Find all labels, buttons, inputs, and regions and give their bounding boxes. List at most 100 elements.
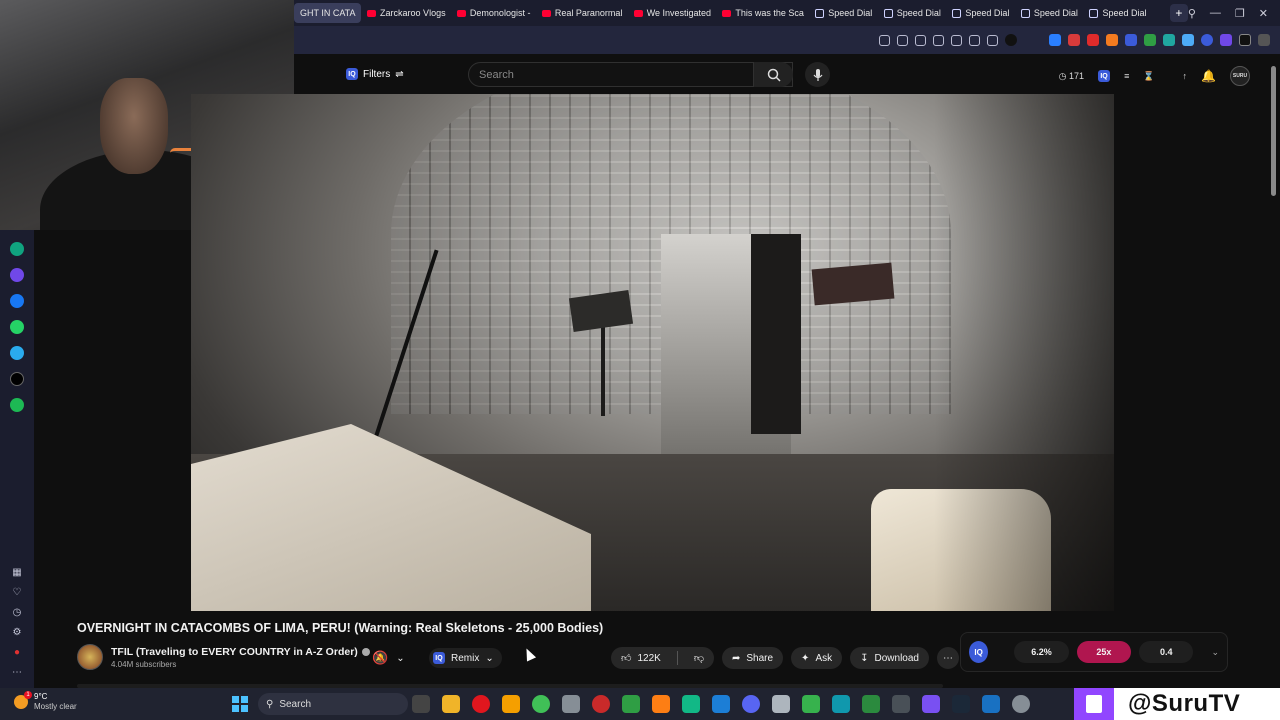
search-input[interactable]: Search [468, 62, 793, 87]
play-icon[interactable] [933, 34, 944, 46]
download-button[interactable]: ↧ Download [850, 647, 929, 669]
app-icon[interactable] [772, 695, 790, 713]
account-avatar[interactable]: SURU [1230, 66, 1250, 86]
x-icon[interactable] [10, 372, 24, 386]
extension-icon[interactable] [1125, 34, 1137, 46]
app-icon[interactable] [622, 695, 640, 713]
messenger-icon[interactable] [10, 294, 24, 308]
tab-4[interactable]: Real Paranormal [536, 3, 628, 23]
taskbar-search[interactable]: ⚲ Search [258, 693, 408, 715]
extension-icon[interactable] [1201, 34, 1213, 46]
settings-icon[interactable]: ⚙ [13, 627, 22, 638]
extension-icon[interactable] [1049, 34, 1061, 46]
hourglass-icon[interactable]: ⌛ [1143, 71, 1154, 82]
notifications-bell-icon[interactable]: 🔔 [1201, 69, 1216, 83]
settings-icon[interactable] [1012, 695, 1030, 713]
voice-search-button[interactable] [805, 62, 830, 87]
app-icon[interactable] [712, 695, 730, 713]
vlc-icon[interactable] [652, 695, 670, 713]
tab-1[interactable]: GHT IN CATA [294, 3, 362, 23]
remix-button[interactable]: IQ Remix ⌄ [429, 648, 502, 668]
video-player[interactable] [191, 94, 1114, 611]
close-icon[interactable]: ✕ [1259, 7, 1268, 20]
weather-widget[interactable]: 1 9°C Mostly clear [14, 691, 77, 712]
more-icon[interactable]: ⋯ [12, 667, 22, 678]
subscription-bell-button[interactable]: 🔕 ⌄ [372, 648, 422, 668]
rss-icon[interactable] [1106, 34, 1118, 46]
app-icon[interactable] [892, 695, 910, 713]
tab-8[interactable]: Speed Dial [878, 3, 947, 23]
heart-icon[interactable]: ♡ [13, 587, 22, 598]
telegram-icon[interactable] [10, 346, 24, 360]
extension-icon[interactable] [1239, 34, 1251, 46]
chatgpt-icon[interactable] [10, 242, 24, 256]
channel-name[interactable]: TFIL (Traveling to EVERY COUNTRY in A-Z … [111, 646, 370, 658]
tab-7[interactable]: Speed Dial [809, 3, 878, 23]
app-icon[interactable] [832, 695, 850, 713]
whatsapp-icon[interactable] [10, 320, 24, 334]
task-view-icon[interactable] [412, 695, 430, 713]
watch-history-button[interactable]: ◷ 171 [1059, 71, 1084, 82]
app-icon[interactable] [10, 268, 24, 282]
iq-extension-icon[interactable]: IQ [1098, 70, 1111, 82]
profile-icon[interactable] [1005, 34, 1017, 46]
app-icon[interactable] [592, 695, 610, 713]
windows-start-button[interactable] [232, 696, 248, 712]
new-tab-button[interactable]: + [1169, 4, 1188, 22]
app-icon[interactable] [922, 695, 940, 713]
chevron-down-icon[interactable]: ⌄ [1211, 647, 1219, 658]
queue-icon[interactable]: ≡ [1124, 71, 1129, 81]
file-explorer-icon[interactable] [442, 695, 460, 713]
tab-2[interactable]: Zarckaroo Vlogs [361, 3, 451, 23]
tab-search-icon[interactable]: ⚲ [1188, 7, 1196, 20]
download-icon[interactable] [969, 34, 980, 46]
tab-10[interactable]: Speed Dial [1015, 3, 1084, 23]
tab-11[interactable]: Speed Dial [1083, 3, 1152, 23]
app-icon[interactable] [532, 695, 550, 713]
dislike-button[interactable]: 👎︎ [684, 647, 714, 669]
video-title: OVERNIGHT IN CATACOMBS OF LIMA, PERU! (W… [77, 621, 604, 635]
page-scrollbar[interactable] [1271, 66, 1276, 196]
history-icon[interactable]: ◷ [13, 607, 22, 618]
extension-icon[interactable] [1068, 34, 1080, 46]
heart-icon[interactable] [951, 34, 962, 46]
camera-icon[interactable] [897, 34, 908, 46]
iq-logo-icon[interactable]: IQ [969, 641, 989, 663]
app-icon[interactable] [682, 695, 700, 713]
puzzle-icon[interactable] [1258, 34, 1270, 46]
steam-icon[interactable] [952, 695, 970, 713]
tab-6[interactable]: This was the Sca [716, 3, 809, 23]
like-button[interactable]: 👍︎ 122K [611, 647, 671, 669]
extension-icon[interactable] [1182, 34, 1194, 46]
edit-icon[interactable] [879, 34, 890, 46]
discord-icon[interactable] [742, 695, 760, 713]
extension-icon[interactable] [1163, 34, 1175, 46]
filters-button[interactable]: IQ Filters ⇌ [346, 64, 404, 84]
shield-icon[interactable] [915, 34, 926, 46]
app-icon[interactable] [502, 695, 520, 713]
search-button[interactable] [753, 62, 793, 87]
upload-icon[interactable]: ↑ [1183, 71, 1188, 81]
restore-icon[interactable]: ❐ [1235, 7, 1245, 20]
menu-icon[interactable] [987, 34, 998, 46]
channel-avatar[interactable] [77, 644, 103, 670]
more-actions-button[interactable]: ⋯ [936, 647, 959, 669]
weather-sun-icon: 1 [14, 691, 32, 709]
app-icon[interactable] [802, 695, 820, 713]
minimize-icon[interactable]: — [1210, 7, 1221, 20]
extension-icon[interactable] [1220, 34, 1232, 46]
extension-icon[interactable] [1144, 34, 1156, 46]
opera-icon[interactable] [472, 695, 490, 713]
tab-9[interactable]: Speed Dial [946, 3, 1015, 23]
spotify-icon[interactable] [10, 398, 24, 412]
extension-icon[interactable] [1087, 34, 1099, 46]
grid-icon[interactable]: ▦ [12, 567, 21, 578]
record-icon[interactable]: ● [14, 647, 20, 658]
share-button[interactable]: ➦ Share [721, 647, 784, 669]
tab-3[interactable]: Demonologist - [451, 3, 536, 23]
app-icon[interactable] [982, 695, 1000, 713]
ask-button[interactable]: ✦ Ask [791, 647, 843, 669]
app-icon[interactable] [862, 695, 880, 713]
app-icon[interactable] [562, 695, 580, 713]
tab-5[interactable]: We Investigated [628, 3, 717, 23]
